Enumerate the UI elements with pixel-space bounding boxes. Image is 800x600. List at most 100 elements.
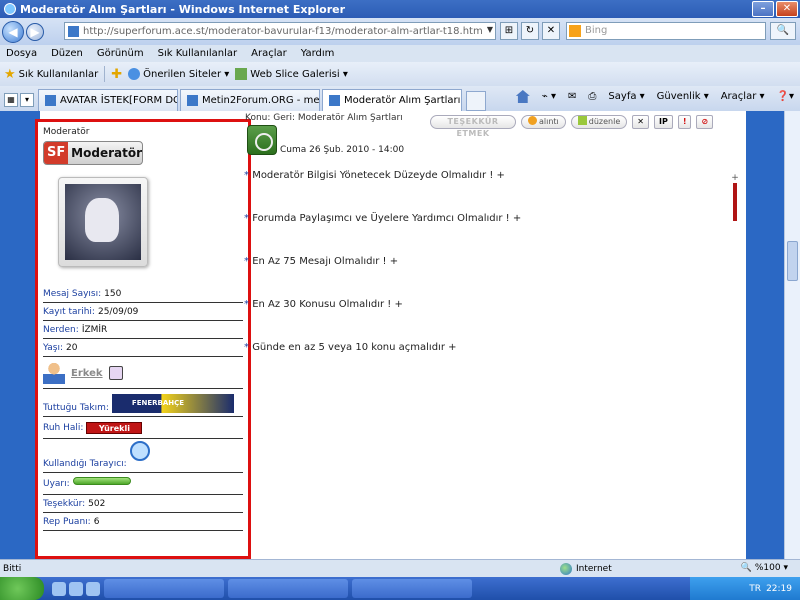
help-icon[interactable]: ❓▾: [777, 91, 794, 102]
private-message-icon[interactable]: [108, 366, 123, 380]
bullet-asterisk: *: [244, 256, 249, 267]
username[interactable]: [43, 122, 243, 126]
suggested-sites-label: Önerilen Siteler ▾: [143, 68, 230, 80]
menu-edit[interactable]: Düzen: [51, 48, 83, 59]
browser-icon[interactable]: [69, 581, 83, 596]
desktop-icon[interactable]: [52, 581, 66, 596]
menu-favorites[interactable]: Sık Kullanılanlar: [158, 48, 238, 59]
start-button[interactable]: [0, 577, 44, 600]
avatar-image: [65, 184, 141, 260]
quote-button[interactable]: alıntı: [521, 115, 566, 129]
menu-file[interactable]: Dosya: [6, 48, 37, 59]
user-rank: Moderatör: [43, 127, 90, 137]
age-value: 20: [66, 343, 78, 353]
gender-row: Erkek: [43, 357, 243, 389]
report-button[interactable]: !: [677, 115, 692, 129]
browser-icon: [129, 441, 150, 461]
quick-tabs: ▦ ▾: [4, 89, 34, 111]
thank-button[interactable]: TEŞEKKÜR ETMEK: [430, 115, 516, 138]
minimize-button[interactable]: –: [752, 1, 774, 17]
compat-view-button[interactable]: ⊞: [500, 22, 518, 40]
browser-row: Kullandığı Tarayıcı:: [43, 439, 243, 473]
page-viewport: Moderatör SF Moderatör Mesaj Sayısı: 150…: [0, 111, 800, 559]
page-icon: [187, 95, 198, 106]
delete-button[interactable]: ✕: [632, 115, 649, 129]
stop-button[interactable]: ✕: [542, 22, 560, 40]
menu-tools[interactable]: Araçlar: [251, 48, 287, 59]
mail-icon[interactable]: ✉: [568, 91, 576, 102]
quote-icon: [528, 116, 537, 125]
search-button[interactable]: 🔍: [770, 22, 796, 40]
menu-help[interactable]: Yardım: [301, 48, 335, 59]
bing-icon: [569, 25, 581, 37]
warn-button[interactable]: ⊘: [696, 115, 714, 129]
taskbar-item[interactable]: [228, 579, 348, 598]
address-bar[interactable]: http://superforum.ace.st/moderator-bavur…: [64, 22, 496, 40]
address-dropdown-icon[interactable]: ▼: [487, 25, 493, 34]
scroll-thumb[interactable]: [787, 241, 798, 281]
quote-label: alıntı: [539, 117, 559, 126]
add-favorite-icon: ✚: [111, 66, 123, 82]
menu-view[interactable]: Görünüm: [97, 48, 144, 59]
print-icon[interactable]: ⎙: [588, 91, 596, 102]
tools-menu[interactable]: Araçlar ▾: [721, 91, 765, 102]
thanks-label: Teşekkür:: [43, 499, 86, 509]
zoom-control[interactable]: 🔍 %100 ▾: [741, 563, 788, 573]
tab-label: Moderatör Alım Şartları: [344, 95, 461, 106]
home-icon[interactable]: [515, 90, 530, 103]
tab-metin2forum[interactable]: Metin2Forum.ORG - metin2, m...: [180, 89, 320, 111]
taskbar: TR 22:19: [0, 577, 800, 600]
forward-button[interactable]: ▶: [26, 22, 44, 41]
status-text: Bitti: [3, 563, 22, 574]
age-label: Yaşı:: [43, 343, 63, 353]
favorites-button[interactable]: ★ Sık Kullanılanlar: [4, 67, 98, 82]
bullet-asterisk: *: [244, 342, 249, 353]
status-bar: Bitti Internet 🔍 %100 ▾: [0, 559, 800, 577]
user-profile-panel: Moderatör SF Moderatör Mesaj Sayısı: 150…: [35, 119, 251, 559]
media-icon[interactable]: [86, 581, 100, 596]
post-line: * Günde en az 5 veya 10 konu açmalıdır +: [244, 340, 521, 383]
post-scroll-indicator[interactable]: +: [729, 173, 741, 223]
post-line: * Moderatör Bilgisi Yönetecek Düzeyde Ol…: [244, 168, 521, 211]
location-label: Nerden:: [43, 325, 79, 335]
quick-tabs-icon[interactable]: ▦: [4, 93, 18, 107]
user-stats: Mesaj Sayısı: 150 Kayıt tarihi: 25/09/09…: [43, 285, 243, 531]
join-date-value: 25/09/09: [97, 307, 139, 317]
quick-launch: [52, 581, 100, 596]
mood-badge: Yürekli: [86, 422, 143, 434]
search-input[interactable]: Bing: [566, 22, 766, 40]
taskbar-item[interactable]: [352, 579, 472, 598]
bullet-asterisk: *: [244, 213, 249, 224]
post-icon: [247, 125, 277, 155]
gender-value: Erkek: [71, 367, 103, 379]
new-tab-button[interactable]: [466, 91, 486, 111]
language-indicator[interactable]: TR: [749, 584, 761, 594]
close-window-button[interactable]: ✕: [776, 1, 798, 17]
web-slice-label: Web Slice Galerisi ▾: [250, 68, 348, 80]
page-menu[interactable]: Sayfa ▾: [608, 91, 644, 102]
add-favorite-button[interactable]: ✚: [111, 67, 122, 82]
clock[interactable]: 22:19: [766, 584, 792, 594]
reputation-row: Rep Puanı: 6: [43, 513, 243, 531]
web-slice-button[interactable]: Web Slice Galerisi ▾: [235, 68, 348, 80]
globe-icon: [560, 562, 572, 575]
tab-moderator-requirements[interactable]: Moderatör Alım Şartları ✕: [322, 89, 462, 111]
security-menu[interactable]: Güvenlik ▾: [657, 91, 709, 102]
plus-icon: +: [731, 173, 739, 183]
tab-avatar-request[interactable]: AVATAR İSTEK[FORM DOLU]: [38, 89, 178, 111]
ip-button[interactable]: IP: [653, 115, 673, 129]
suggested-sites-button[interactable]: Önerilen Siteler ▾: [128, 68, 229, 80]
refresh-button[interactable]: ↻: [521, 22, 539, 40]
back-button[interactable]: ◀: [2, 20, 24, 43]
thanks-value: 502: [88, 499, 106, 509]
post-action-buttons: TEŞEKKÜR ETMEK alıntı düzenle ✕ IP ! ⊘: [430, 115, 714, 138]
age-row: Yaşı: 20: [43, 339, 243, 357]
edit-button[interactable]: düzenle: [570, 115, 628, 129]
user-info: Moderatör SF Moderatör Mesaj Sayısı: 150…: [43, 122, 243, 531]
tab-list-icon[interactable]: ▾: [20, 93, 34, 107]
menu-bar: Dosya Düzen Görünüm Sık Kullanılanlar Ar…: [0, 45, 800, 62]
security-zone[interactable]: Internet: [560, 562, 612, 575]
taskbar-item[interactable]: [104, 579, 224, 598]
rss-icon[interactable]: ⌁ ▾: [542, 91, 556, 102]
page-scrollbar[interactable]: [784, 111, 800, 559]
